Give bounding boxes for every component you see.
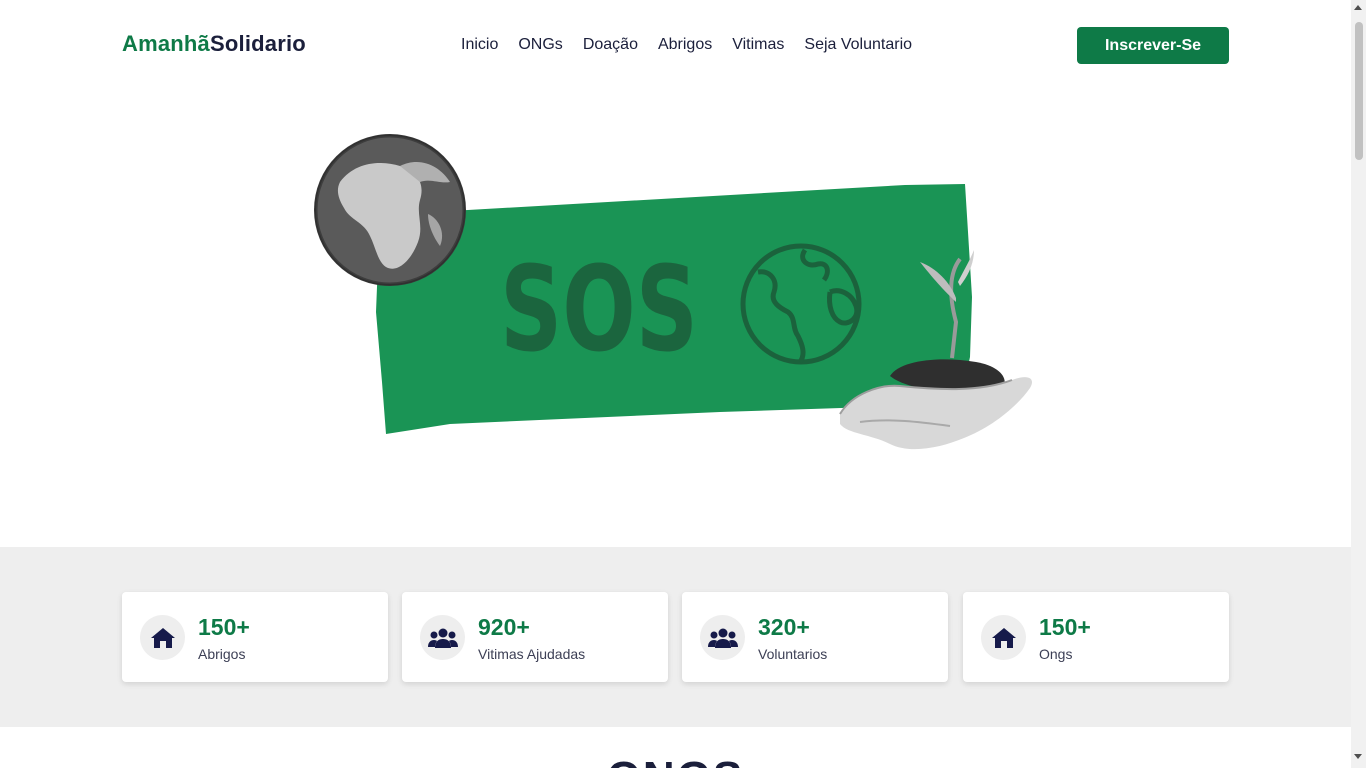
nav-item-inicio[interactable]: Inicio xyxy=(461,36,498,54)
section-title: ONGS xyxy=(0,753,1351,768)
stat-label: Ongs xyxy=(1039,646,1073,662)
stat-value: 150+ xyxy=(198,614,250,640)
brand-logo[interactable]: AmanhãSolidario xyxy=(122,31,306,57)
sos-text: SOS xyxy=(500,240,698,378)
stat-icon-circle xyxy=(140,615,185,660)
stat-icon-circle xyxy=(981,615,1026,660)
scroll-down-arrow-icon[interactable] xyxy=(1354,754,1362,759)
nav-item-ongs[interactable]: ONGs xyxy=(518,36,562,54)
ongs-section: ONGS xyxy=(0,727,1351,768)
nav-item-doacao[interactable]: Doação xyxy=(583,36,638,54)
stats-section: 150+ Abrigos 920+ Vitimas Ajudadas 320+ … xyxy=(0,547,1351,727)
scroll-up-arrow-icon[interactable] xyxy=(1354,5,1362,10)
main-nav: Inicio ONGs Doação Abrigos Vitimas Seja … xyxy=(461,36,932,54)
earth-photo xyxy=(314,134,466,286)
brand-logo-part1: Amanhã xyxy=(122,31,210,56)
stat-card-voluntarios: 320+ Voluntarios xyxy=(682,592,948,682)
stat-label: Vitimas Ajudadas xyxy=(478,646,586,662)
signup-button[interactable]: Inscrever-Se xyxy=(1077,27,1229,64)
house-icon xyxy=(150,627,175,648)
hero-section: SOS xyxy=(0,92,1351,547)
stat-value: 920+ xyxy=(478,614,530,640)
scrollbar-thumb[interactable] xyxy=(1355,22,1363,160)
stat-icon-circle xyxy=(700,615,745,660)
stat-card-vitimas: 920+ Vitimas Ajudadas xyxy=(402,592,668,682)
nav-item-vitimas[interactable]: Vitimas xyxy=(732,36,784,54)
people-group-icon xyxy=(427,628,458,648)
stat-card-abrigos: 150+ Abrigos xyxy=(122,592,388,682)
stat-label: Voluntarios xyxy=(758,646,828,662)
nav-item-seja-voluntario[interactable]: Seja Voluntario xyxy=(804,36,912,54)
house-icon xyxy=(991,627,1016,648)
stat-icon-circle xyxy=(420,615,465,660)
stat-value: 150+ xyxy=(1039,614,1091,640)
stat-value: 320+ xyxy=(758,614,810,640)
hero-illustration: SOS xyxy=(314,134,1032,450)
nav-item-abrigos[interactable]: Abrigos xyxy=(658,36,712,54)
stat-card-ongs: 150+ Ongs xyxy=(963,592,1229,682)
people-group-icon xyxy=(707,628,738,648)
brand-logo-part2: Solidario xyxy=(210,31,306,56)
stat-label: Abrigos xyxy=(198,646,246,662)
site-header: AmanhãSolidario Inicio ONGs Doação Abrig… xyxy=(0,0,1351,92)
page-scrollbar[interactable] xyxy=(1351,0,1366,768)
